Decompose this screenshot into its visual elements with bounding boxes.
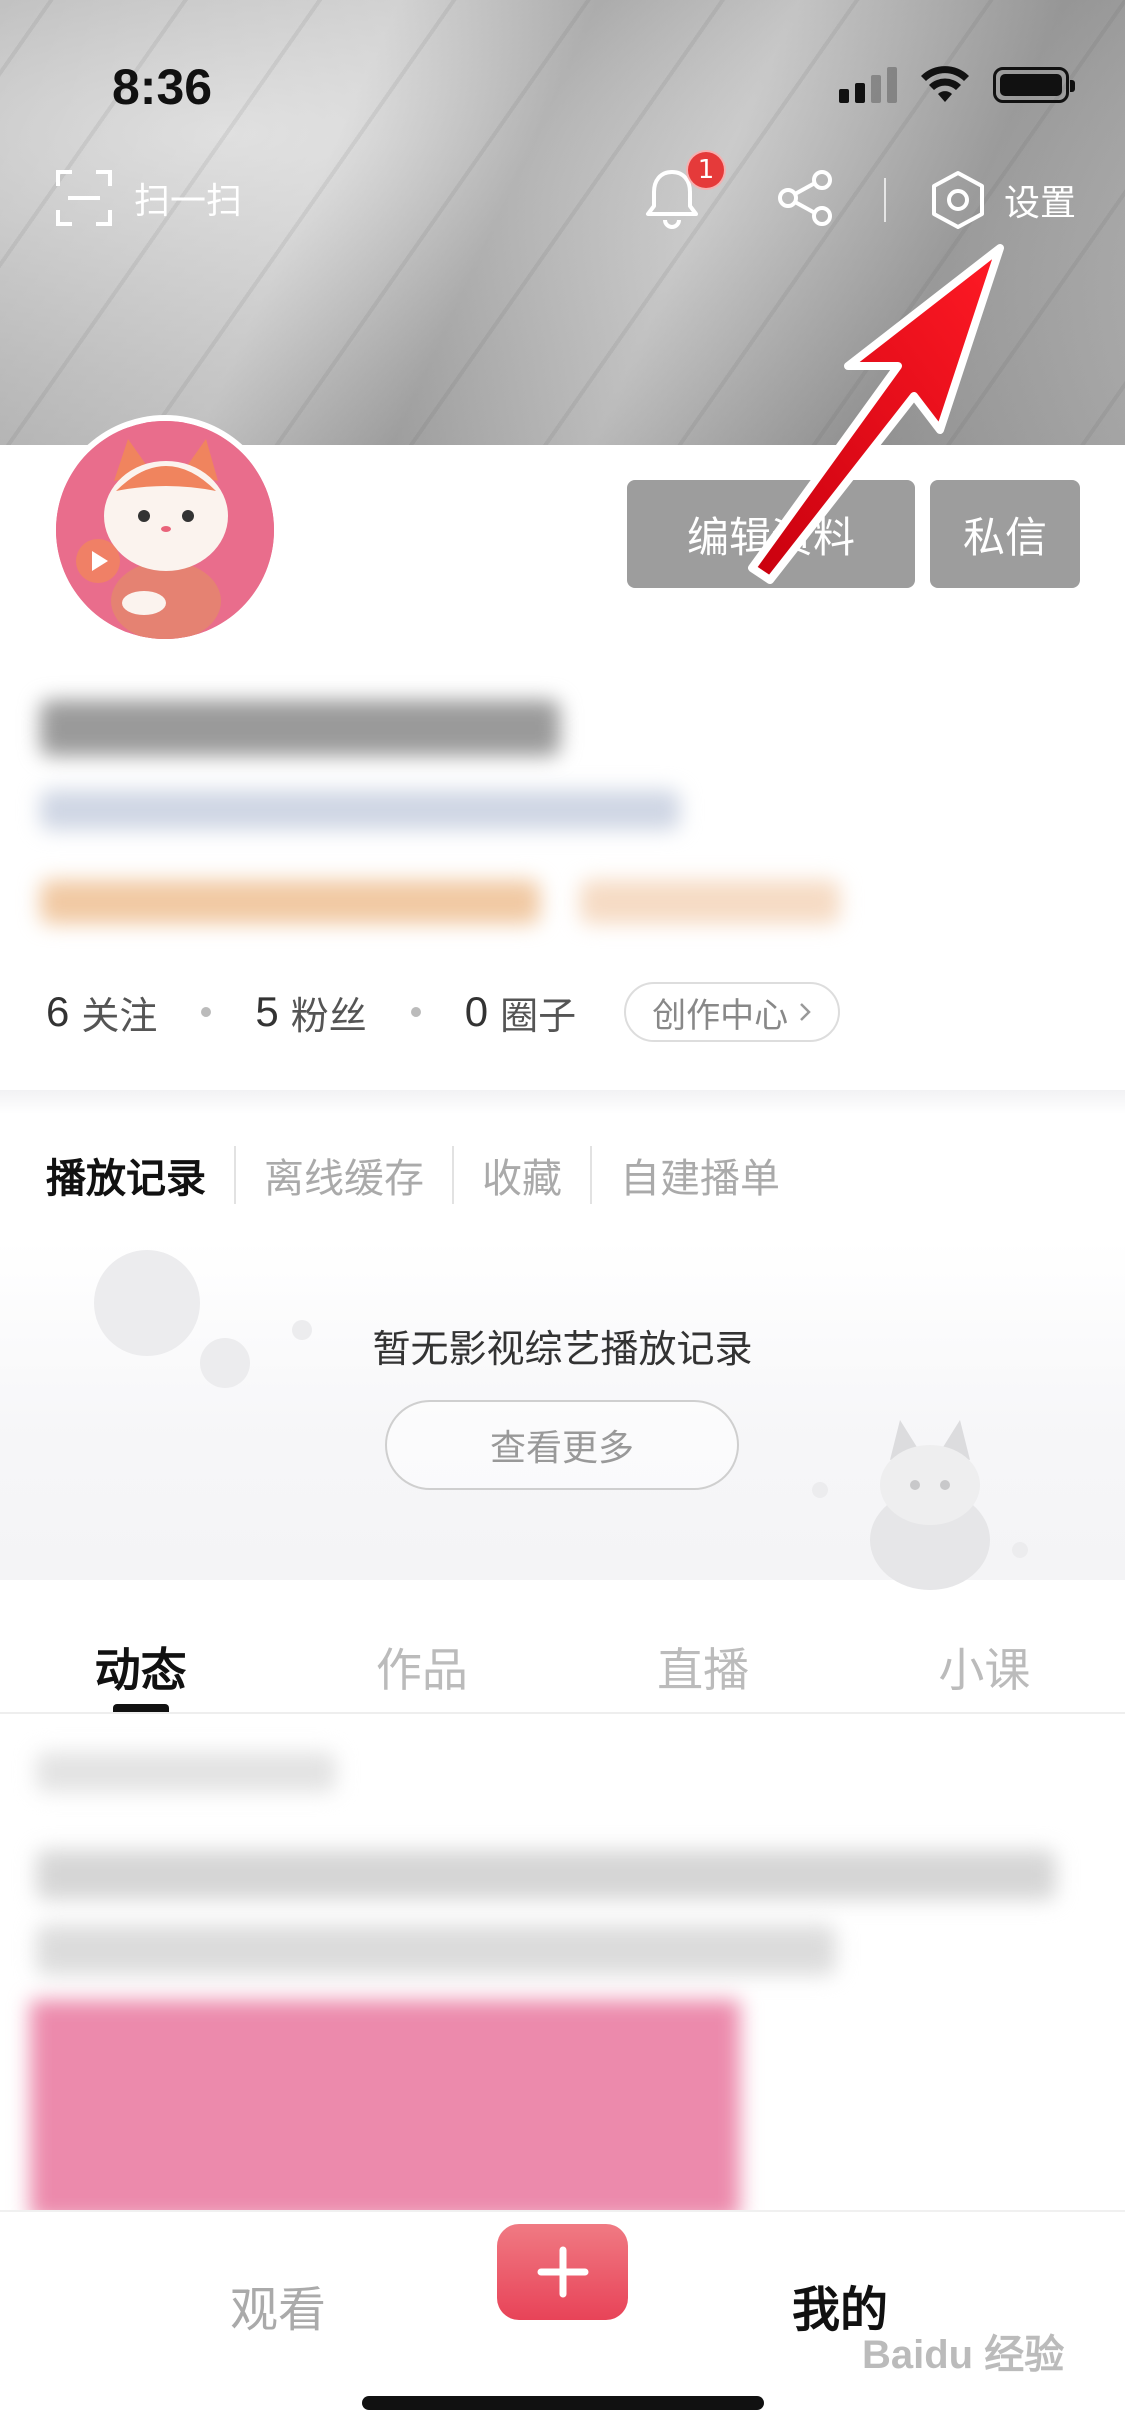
user-tag-blurred-2 — [580, 880, 840, 924]
circles-count: 0 — [464, 988, 489, 1035]
battery-icon — [993, 67, 1075, 103]
username-blurred — [40, 700, 560, 756]
settings-hex-icon — [932, 171, 984, 229]
scan-icon — [56, 170, 112, 226]
tab-works[interactable]: 作品 — [281, 1598, 562, 1712]
circles-stat[interactable]: 0 圈子 — [465, 985, 576, 1040]
stat-separator — [410, 1007, 421, 1017]
stat-separator — [201, 1007, 212, 1017]
feed-image-blurred — [30, 2000, 740, 2220]
wifi-icon — [921, 66, 969, 102]
tab-play-history[interactable]: 播放记录 — [46, 1146, 234, 1204]
stats-row: 6 关注 5 粉丝 0 圈子 创作中心 — [46, 982, 841, 1042]
section-separator — [0, 1090, 1125, 1114]
fans-label: 粉丝 — [290, 993, 367, 1038]
status-time: 8:36 — [112, 59, 213, 115]
plus-icon — [537, 2246, 588, 2298]
user-id-blurred — [40, 790, 680, 830]
following-stat[interactable]: 6 关注 — [46, 985, 157, 1040]
fans-count: 5 — [255, 988, 279, 1035]
fans-stat[interactable]: 5 粉丝 — [255, 985, 366, 1040]
view-more-button[interactable]: 查看更多 — [385, 1400, 739, 1490]
creator-center-label: 创作中心 — [652, 995, 789, 1036]
tab-custom-playlist[interactable]: 自建播单 — [590, 1146, 808, 1204]
add-button[interactable] — [497, 2224, 628, 2320]
following-count: 6 — [46, 988, 70, 1035]
notification-badge: 1 — [686, 150, 726, 190]
empty-history-text: 暂无影视综艺播放记录 — [372, 1327, 753, 1371]
feed-text-blurred-2 — [36, 1925, 836, 1975]
history-tabs: 播放记录 离线缓存 收藏 自建播单 — [46, 1146, 808, 1204]
tab-lessons[interactable]: 小课 — [844, 1598, 1125, 1712]
watermark-logo: Baidu 经验 — [862, 2333, 1065, 2377]
annotation-arrow-icon — [748, 244, 1004, 584]
status-icons — [839, 66, 1075, 104]
fox-mascot-illustration — [812, 1420, 1028, 1590]
scan-label: 扫一扫 — [134, 181, 243, 222]
following-label: 关注 — [81, 993, 158, 1038]
creator-center-button[interactable]: 创作中心 — [624, 982, 841, 1042]
home-indicator — [362, 2396, 764, 2410]
feed-text-blurred — [36, 1850, 1056, 1900]
circles-label: 圈子 — [500, 993, 577, 1038]
content-tabs: 动态 作品 直播 小课 — [0, 1598, 1125, 1714]
chevron-right-icon — [800, 1003, 811, 1021]
settings-button[interactable]: 设置 — [930, 170, 1076, 230]
tab-feed[interactable]: 动态 — [0, 1598, 281, 1712]
avatar[interactable] — [50, 415, 280, 645]
settings-label: 设置 — [1004, 183, 1077, 224]
tab-live[interactable]: 直播 — [563, 1598, 844, 1712]
share-icon[interactable] — [776, 168, 836, 228]
cellular-signal-icon — [839, 67, 897, 103]
tab-watch[interactable]: 观看 — [230, 2270, 326, 2340]
user-tag-blurred — [40, 880, 540, 924]
tab-offline-cache[interactable]: 离线缓存 — [234, 1146, 452, 1204]
tab-favorites[interactable]: 收藏 — [452, 1146, 590, 1204]
feed-meta-blurred — [36, 1752, 336, 1792]
scan-button[interactable]: 扫一扫 — [56, 170, 242, 226]
fox-avatar-image — [56, 421, 274, 639]
header-divider — [884, 178, 886, 222]
